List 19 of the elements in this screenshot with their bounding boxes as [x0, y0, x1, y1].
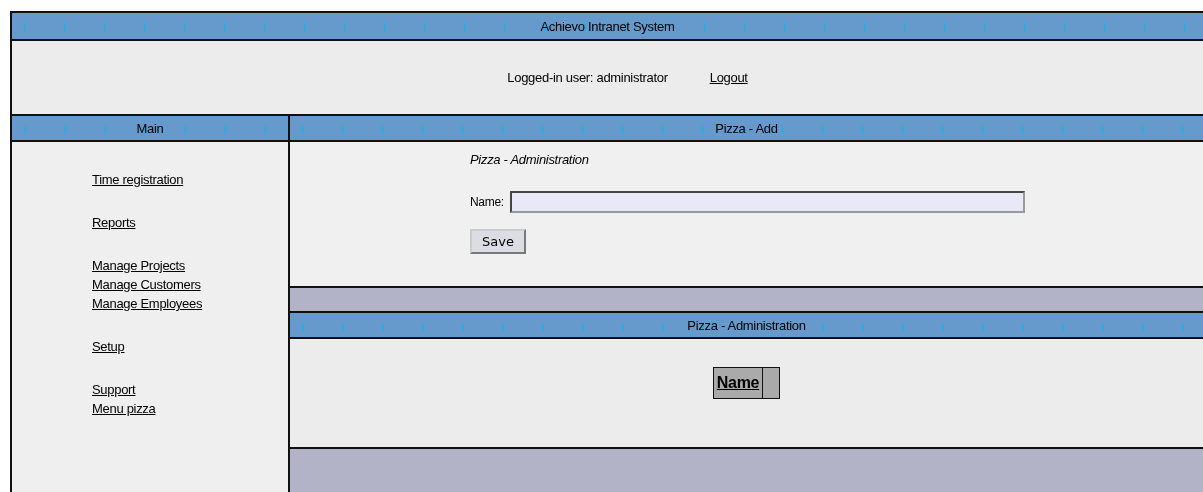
logged-in-user: Logged-in user: administrator: [507, 70, 668, 85]
sidebar-link[interactable]: Manage Projects: [92, 256, 288, 275]
sidebar-link[interactable]: Manage Customers: [92, 275, 288, 294]
sidebar-link[interactable]: Reports: [92, 213, 288, 232]
window-title: Achievo Intranet System: [540, 18, 675, 34]
field-label: Name:: [470, 195, 504, 209]
column-header[interactable]: Name: [713, 367, 763, 399]
panel-title: Pizza - Add: [715, 120, 778, 136]
form-subtitle: Pizza - Administration: [470, 152, 590, 167]
sidebar-link[interactable]: Menu pizza: [92, 399, 288, 418]
name-input-field[interactable]: [509, 191, 1025, 213]
sidebar-link[interactable]: Manage Employees: [92, 294, 288, 313]
sidebar-link[interactable]: Support: [92, 380, 288, 399]
panel-title: Pizza - Administration: [687, 317, 806, 333]
logout-link[interactable]: Logout: [709, 70, 748, 85]
sidebar-title: Main: [136, 120, 164, 136]
sidebar-link[interactable]: Setup: [92, 337, 288, 356]
save-button[interactable]: Save: [470, 229, 526, 254]
sidebar-link[interactable]: Time registration: [92, 170, 288, 189]
